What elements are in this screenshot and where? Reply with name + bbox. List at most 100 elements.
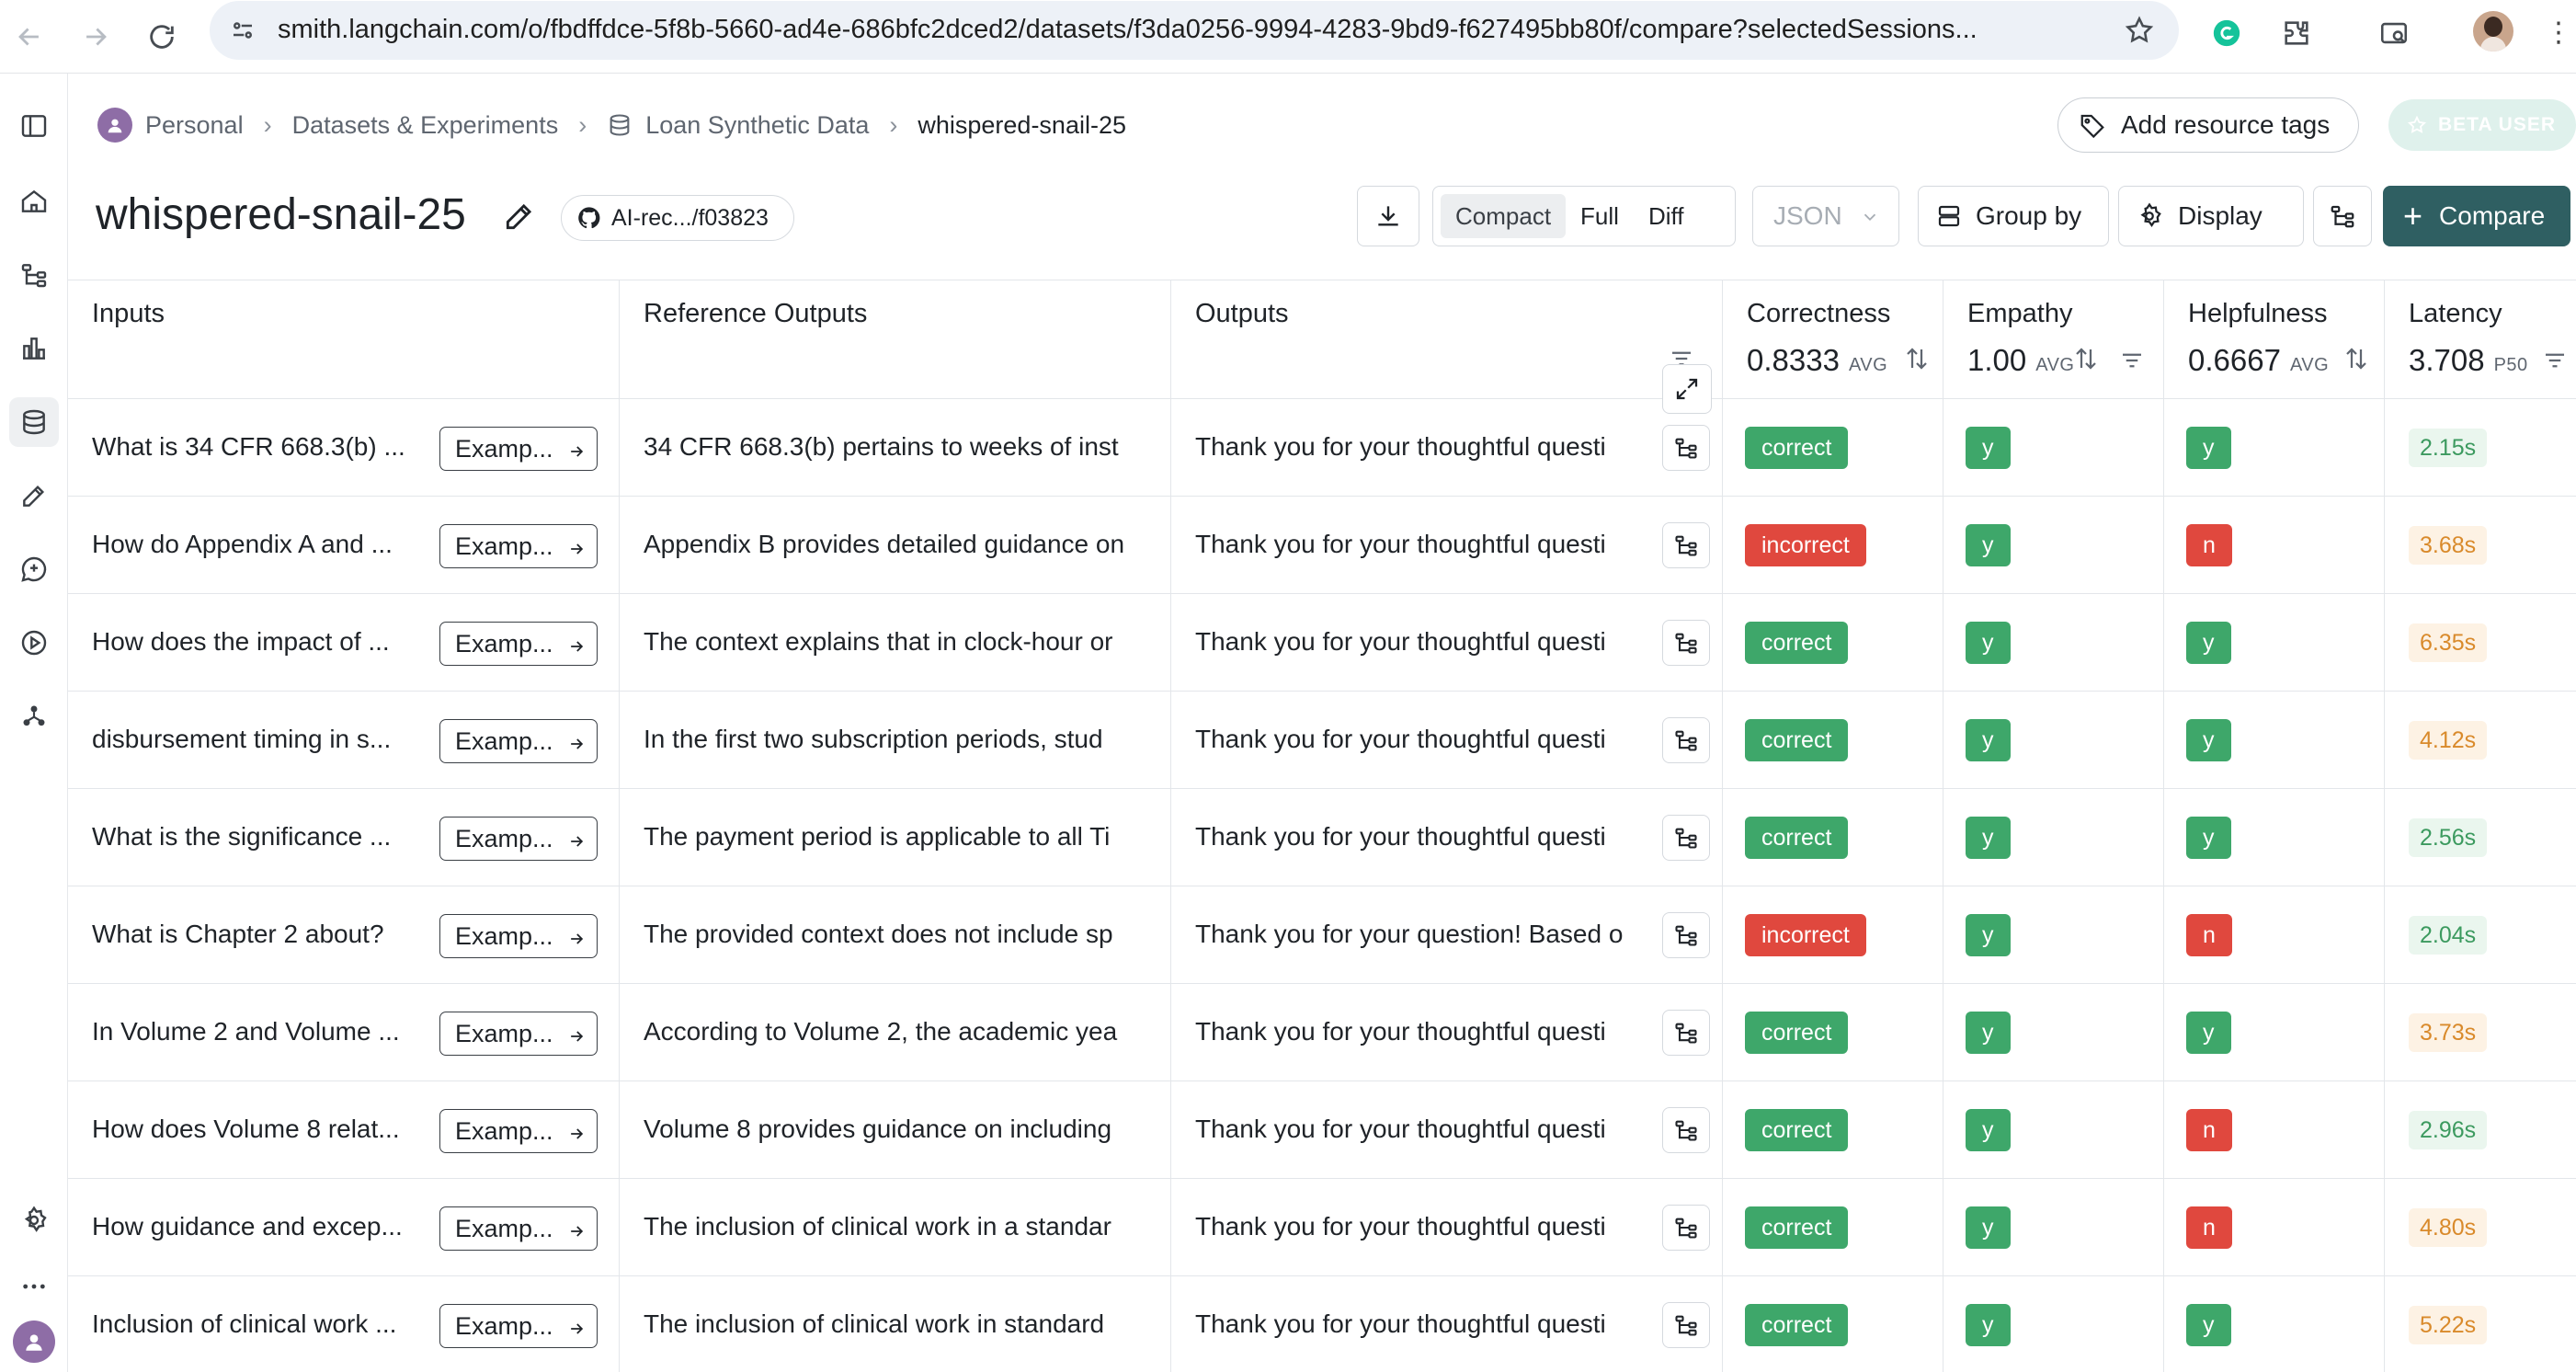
toggle-sidebar-icon[interactable]	[9, 101, 59, 151]
reference-output-cell[interactable]: The inclusion of clinical work in a stan…	[620, 1179, 1171, 1276]
empathy-badge[interactable]: y	[1966, 1304, 2011, 1346]
input-cell[interactable]: What is the significance ... Examp...	[68, 789, 620, 886]
input-cell[interactable]: What is Chapter 2 about? Examp...	[68, 886, 620, 984]
datasets-icon[interactable]	[9, 397, 59, 447]
helpfulness-badge[interactable]: y	[2186, 1304, 2231, 1346]
output-cell[interactable]: Thank you for your thoughtful questi	[1171, 692, 1723, 789]
output-cell[interactable]: Thank you for your thoughtful questi	[1171, 399, 1723, 497]
reference-output-cell[interactable]: Appendix B provides detailed guidance on	[620, 497, 1171, 594]
empathy-badge[interactable]: y	[1966, 524, 2011, 566]
correctness-badge[interactable]: correct	[1745, 622, 1849, 664]
reading-mode-icon[interactable]	[2372, 11, 2416, 55]
tracing-projects-icon[interactable]	[9, 250, 59, 300]
helpfulness-cell[interactable]: n	[2164, 497, 2385, 594]
trace-view-button[interactable]	[2313, 186, 2372, 246]
open-trace-button[interactable]	[1662, 1010, 1710, 1056]
user-avatar[interactable]	[13, 1321, 55, 1363]
helpfulness-cell[interactable]: y	[2164, 789, 2385, 886]
example-button[interactable]: Examp...	[439, 524, 598, 568]
output-cell[interactable]: Thank you for your thoughtful questi	[1171, 984, 1723, 1081]
table-row[interactable]: disbursement timing in s... Examp... In th…	[68, 692, 2576, 789]
open-trace-button[interactable]	[1662, 815, 1710, 861]
git-commit-chip[interactable]: AI-rec.../f03823	[561, 195, 794, 241]
correctness-badge[interactable]: correct	[1745, 1304, 1849, 1346]
breadcrumb-personal[interactable]: Personal	[145, 111, 244, 140]
back-icon[interactable]	[4, 11, 55, 63]
reference-output-cell[interactable]: Volume 8 provides guidance on including	[620, 1081, 1171, 1179]
helpfulness-badge[interactable]: y	[2186, 719, 2231, 761]
empathy-cell[interactable]: y	[1943, 594, 2164, 692]
filter-icon[interactable]	[2541, 347, 2569, 374]
reference-output-cell[interactable]: According to Volume 2, the academic yea	[620, 984, 1171, 1081]
helpfulness-cell[interactable]: n	[2164, 1081, 2385, 1179]
output-cell[interactable]: Thank you for your thoughtful questi	[1171, 1081, 1723, 1179]
reference-output-cell[interactable]: In the first two subscription periods, s…	[620, 692, 1171, 789]
group-by-button[interactable]: Group by	[1918, 186, 2109, 246]
playground-icon[interactable]	[9, 618, 59, 668]
site-settings-icon[interactable]	[226, 14, 259, 47]
home-icon[interactable]	[9, 177, 59, 226]
output-cell[interactable]: Thank you for your thoughtful questi	[1171, 1179, 1723, 1276]
view-mode-compact[interactable]: Compact	[1441, 194, 1567, 238]
add-resource-tags-button[interactable]: Add resource tags	[2057, 97, 2359, 153]
empathy-cell[interactable]: y	[1943, 789, 2164, 886]
example-button[interactable]: Examp...	[439, 817, 598, 861]
format-select[interactable]: JSON	[1752, 186, 1899, 246]
download-button[interactable]	[1357, 186, 1419, 246]
table-row[interactable]: How do Appendix A and ... Examp... Appendi…	[68, 497, 2576, 594]
view-mode-diff[interactable]: Diff	[1634, 194, 1699, 238]
helpfulness-cell[interactable]: y	[2164, 594, 2385, 692]
helpfulness-badge[interactable]: n	[2186, 524, 2232, 566]
empathy-badge[interactable]: y	[1966, 1109, 2011, 1151]
output-cell[interactable]: Thank you for your thoughtful questi	[1171, 1276, 1723, 1372]
helpfulness-cell[interactable]: y	[2164, 984, 2385, 1081]
correctness-cell[interactable]: correct	[1723, 1179, 1943, 1276]
reference-output-cell[interactable]: The context explains that in clock-hour …	[620, 594, 1171, 692]
table-row[interactable]: In Volume 2 and Volume ... Examp... Accord…	[68, 984, 2576, 1081]
sort-icon[interactable]	[2342, 345, 2370, 372]
helpfulness-badge[interactable]: y	[2186, 817, 2231, 859]
table-row[interactable]: What is the significance ... Examp... The …	[68, 789, 2576, 886]
helpfulness-badge[interactable]: n	[2186, 1206, 2232, 1249]
example-button[interactable]: Examp...	[439, 1109, 598, 1153]
empathy-badge[interactable]: y	[1966, 427, 2011, 469]
example-button[interactable]: Examp...	[439, 1304, 598, 1348]
empathy-cell[interactable]: y	[1943, 399, 2164, 497]
correctness-badge[interactable]: correct	[1745, 1012, 1849, 1054]
open-trace-button[interactable]	[1662, 1302, 1710, 1348]
helpfulness-cell[interactable]: y	[2164, 399, 2385, 497]
grammarly-extension-icon[interactable]	[2205, 11, 2249, 55]
reference-output-cell[interactable]: The inclusion of clinical work in standa…	[620, 1276, 1171, 1372]
correctness-cell[interactable]: correct	[1723, 1276, 1943, 1372]
table-row[interactable]: How does Volume 8 relat... Examp... Volume…	[68, 1081, 2576, 1179]
empathy-badge[interactable]: y	[1966, 914, 2011, 956]
open-trace-button[interactable]	[1662, 912, 1710, 958]
browser-profile-avatar[interactable]	[2473, 11, 2513, 51]
table-row[interactable]: Inclusion of clinical work ... Examp... Th…	[68, 1276, 2576, 1372]
example-button[interactable]: Examp...	[439, 622, 598, 666]
helpfulness-badge[interactable]: n	[2186, 914, 2232, 956]
input-cell[interactable]: How do Appendix A and ... Examp...	[68, 497, 620, 594]
helpfulness-badge[interactable]: y	[2186, 427, 2231, 469]
reference-output-cell[interactable]: The provided context does not include sp	[620, 886, 1171, 984]
example-button[interactable]: Examp...	[439, 427, 598, 471]
filter-icon[interactable]	[2118, 347, 2146, 374]
input-cell[interactable]: How does Volume 8 relat... Examp...	[68, 1081, 620, 1179]
reference-output-cell[interactable]: 34 CFR 668.3(b) pertains to weeks of ins…	[620, 399, 1171, 497]
empathy-badge[interactable]: y	[1966, 817, 2011, 859]
compare-button[interactable]: + Compare	[2383, 186, 2570, 246]
correctness-cell[interactable]: correct	[1723, 594, 1943, 692]
output-cell[interactable]: Thank you for your thoughtful questi	[1171, 497, 1723, 594]
empathy-cell[interactable]: y	[1943, 692, 2164, 789]
open-trace-button[interactable]	[1662, 1107, 1710, 1153]
bookmark-star-icon[interactable]	[2122, 13, 2157, 48]
input-cell[interactable]: How does the impact of ... Examp...	[68, 594, 620, 692]
open-trace-button[interactable]	[1662, 717, 1710, 763]
sort-icon[interactable]	[1903, 345, 1931, 372]
correctness-badge[interactable]: correct	[1745, 1206, 1849, 1249]
settings-gear-icon[interactable]	[9, 1195, 59, 1245]
correctness-badge[interactable]: correct	[1745, 427, 1849, 469]
correctness-badge[interactable]: incorrect	[1745, 914, 1866, 956]
extensions-puzzle-icon[interactable]	[2274, 11, 2319, 55]
breadcrumb-dataset-name[interactable]: Loan Synthetic Data	[645, 111, 869, 140]
